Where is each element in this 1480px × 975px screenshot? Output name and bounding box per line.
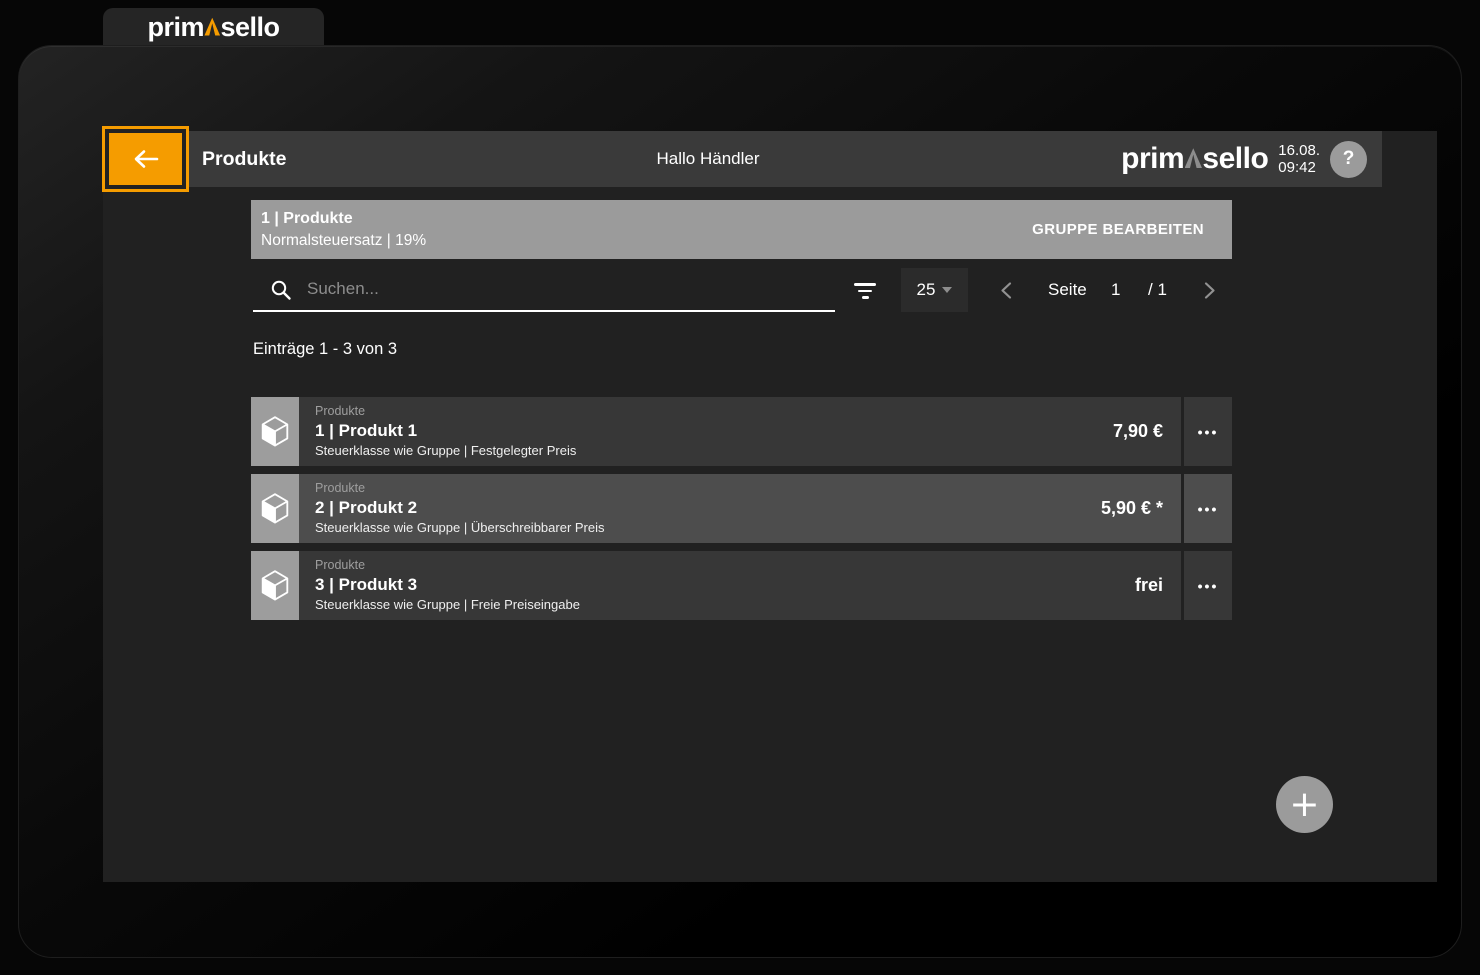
pagination: Seite 1 / 1 xyxy=(983,268,1333,312)
chevron-down-icon xyxy=(942,287,953,293)
arrow-left-icon xyxy=(134,150,158,168)
search-icon xyxy=(271,280,291,300)
chevron-right-icon xyxy=(1204,281,1215,299)
page-size-select[interactable]: 25 xyxy=(901,268,968,312)
current-page: 1 xyxy=(1111,280,1121,299)
plus-icon: + xyxy=(1289,783,1320,825)
search-input[interactable] xyxy=(253,268,835,310)
product-row[interactable]: Produkte 2 | Produkt 2 Steuerklasse wie … xyxy=(251,474,1232,543)
brand-tab: prim sello xyxy=(103,8,324,46)
product-icon-cell xyxy=(251,551,299,620)
app-screen: Produkte Hallo Händler prim sello 16.08. … xyxy=(102,126,1437,882)
next-page-button[interactable] xyxy=(1201,281,1218,300)
search-field-wrap xyxy=(253,268,835,312)
ellipsis-icon: ••• xyxy=(1197,423,1219,440)
primasello-logo-header: prim sello xyxy=(1121,142,1269,176)
product-price: frei xyxy=(1134,575,1163,595)
edit-group-button[interactable]: GRUPPE BEARBEITEN xyxy=(1032,200,1204,259)
product-row[interactable]: Produkte 3 | Produkt 3 Steuerklasse wie … xyxy=(251,551,1232,620)
brand-caret-icon xyxy=(1184,148,1202,168)
logo-text-prefix: prim xyxy=(147,11,205,42)
product-list: Produkte 1 | Produkt 1 Steuerklasse wie … xyxy=(251,397,1232,628)
product-price: 5,90 € * xyxy=(1100,498,1163,518)
product-details: Steuerklasse wie Gruppe | Freie Preisein… xyxy=(315,597,580,612)
app-window: prim sello Produkte Hallo Händler prim sel… xyxy=(0,0,1480,975)
filter-button[interactable] xyxy=(845,278,885,304)
brand-caret-icon xyxy=(204,17,221,36)
product-row[interactable]: Produkte 1 | Produkt 1 Steuerklasse wie … xyxy=(251,397,1232,466)
time-text: 09:42 xyxy=(1278,159,1316,176)
ellipsis-icon: ••• xyxy=(1197,577,1219,594)
header-right-cluster: prim sello 16.08. 09:42 ? xyxy=(1121,131,1367,187)
product-category: Produkte xyxy=(315,558,366,572)
chevron-left-icon xyxy=(1001,281,1012,299)
cube-icon xyxy=(261,569,289,600)
back-button[interactable] xyxy=(109,133,182,185)
header-bar: Produkte Hallo Händler prim sello 16.08. … xyxy=(102,126,1382,192)
total-pages: / 1 xyxy=(1148,280,1167,299)
entries-summary: Einträge 1 - 3 von 3 xyxy=(253,340,398,358)
cube-icon xyxy=(261,492,289,523)
product-icon-cell xyxy=(251,397,299,466)
product-price: 7,90 € xyxy=(1112,421,1163,441)
product-details: Steuerklasse wie Gruppe | Überschreibbar… xyxy=(315,520,605,535)
greeting-text: Hallo Händler xyxy=(656,149,760,168)
question-mark-icon: ? xyxy=(1342,148,1355,169)
page-label: Seite xyxy=(1048,280,1087,299)
product-title: 1 | Produkt 1 xyxy=(315,421,418,440)
logo-text-suffix: sello xyxy=(1202,142,1269,175)
date-text: 16.08. xyxy=(1278,142,1320,159)
back-button-focus-ring xyxy=(102,126,189,192)
product-category: Produkte xyxy=(315,404,366,418)
product-title: 3 | Produkt 3 xyxy=(315,575,418,594)
page-size-value: 25 xyxy=(916,280,936,299)
ellipsis-icon: ••• xyxy=(1197,500,1219,517)
help-button[interactable]: ? xyxy=(1330,140,1367,178)
filter-lines-icon xyxy=(854,283,876,286)
product-category: Produkte xyxy=(315,481,366,495)
primasello-logo: prim sello xyxy=(148,12,280,43)
product-details: Steuerklasse wie Gruppe | Festgelegter P… xyxy=(315,443,577,458)
product-icon-cell xyxy=(251,474,299,543)
row-menu-button[interactable]: ••• xyxy=(1184,474,1232,543)
prev-page-button[interactable] xyxy=(998,281,1015,300)
page-title: Produkte xyxy=(202,147,287,170)
add-product-button[interactable]: + xyxy=(1276,776,1333,833)
group-header-bar: 1 | Produkte Normalsteuersatz | 19% GRUP… xyxy=(251,200,1232,259)
logo-text-suffix: sello xyxy=(220,11,280,42)
cube-icon xyxy=(261,415,289,446)
row-menu-button[interactable]: ••• xyxy=(1184,397,1232,466)
row-menu-button[interactable]: ••• xyxy=(1184,551,1232,620)
datetime-display: 16.08. 09:42 xyxy=(1278,142,1320,176)
logo-text-prefix: prim xyxy=(1121,142,1185,175)
product-title: 2 | Produkt 2 xyxy=(315,498,418,517)
